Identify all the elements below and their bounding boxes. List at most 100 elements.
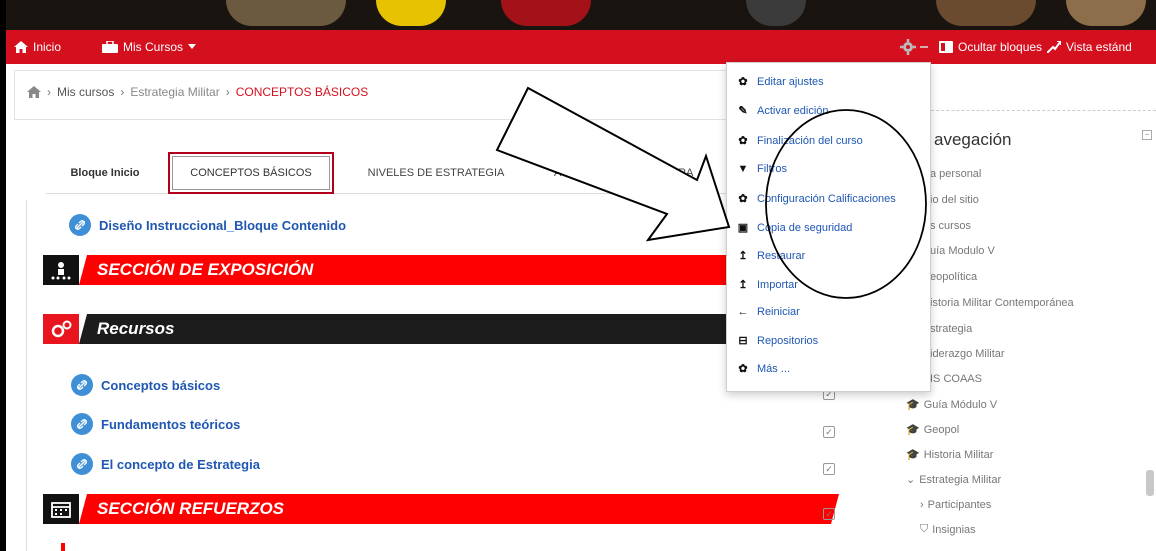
section-banner-exposicion: SECCIÓN DE EXPOSICIÓN [43, 255, 835, 285]
url-icon [69, 214, 91, 236]
section-title-refuerzos: SECCIÓN REFUERZOS [78, 494, 840, 524]
completion-checkbox[interactable]: ✓ [823, 463, 835, 475]
graduation-cap-icon: 🎓 [906, 424, 920, 436]
nav-tree-item[interactable]: uía Modulo V [930, 245, 995, 257]
hide-blocks-icon [939, 41, 953, 53]
section-marker [61, 543, 65, 551]
section-title-recursos: Recursos [78, 314, 840, 344]
nav-tree-item[interactable]: IS COAAS [930, 373, 982, 385]
nav-my-courses-label: Mis Cursos [123, 40, 184, 54]
nav-tree-course-expanded[interactable]: ⌄ Estrategia Militar [906, 473, 1001, 487]
top-navbar: Inicio Mis Cursos Ocultar bloques Vista … [6, 30, 1156, 64]
gear-icon [900, 39, 916, 55]
menu-item-repositories[interactable]: ⊟ Repositorios [737, 334, 818, 348]
nav-tree-course[interactable]: 🎓 Geopol [906, 423, 959, 437]
nav-tree-participants[interactable]: › Participantes [920, 499, 991, 511]
tab-actividad-integradora[interactable]: ACTVIDAD INTEGRADORA [536, 152, 726, 194]
url-icon [71, 453, 93, 475]
menu-item-course-completion[interactable]: ✿ Finalización del curso [737, 134, 862, 148]
settings-menu-toggle[interactable] [900, 30, 930, 64]
nav-tree-item[interactable]: iderazgo Militar [930, 348, 1005, 360]
graduation-cap-icon: 🎓 [906, 399, 920, 411]
menu-item-filters[interactable]: ▼ Filtros [737, 163, 787, 175]
briefcase-icon [102, 41, 118, 53]
tab-bloque-inicio[interactable]: Bloque Inicio [46, 152, 164, 194]
upload-icon: ↥ [738, 279, 748, 291]
standard-view-label: Vista estánd [1066, 40, 1132, 54]
nav-tree-course[interactable]: 🎓 Historia Militar [906, 448, 993, 462]
nav-tree-item[interactable]: s cursos [930, 220, 971, 232]
hide-blocks-button[interactable]: Ocultar bloques [939, 30, 1042, 64]
menu-item-turn-editing-on[interactable]: ✎ Activar edición [737, 104, 828, 118]
nav-tree-item[interactable]: strategia [930, 323, 972, 335]
shield-icon: ⛉ [920, 523, 929, 535]
activity-link-diseno[interactable]: Diseño Instruccional_Bloque Contenido [69, 214, 346, 236]
activity-link-label: Fundamentos teóricos [101, 416, 241, 432]
menu-item-backup[interactable]: ▣ Copia de seguridad [737, 221, 853, 235]
completion-checkbox[interactable]: ✓ [823, 426, 835, 438]
gear-icon: ✿ [738, 76, 748, 88]
hide-blocks-label: Ocultar bloques [958, 40, 1043, 54]
calendar-icon [43, 494, 79, 524]
section-content: Diseño Instruccional_Bloque Contenido SE… [26, 200, 840, 551]
upload-icon: ↥ [738, 250, 748, 262]
url-icon [71, 413, 93, 435]
tab-niveles-estrategia[interactable]: NIVELES DE ESTRATEGIA [342, 152, 530, 194]
arrow-left-icon: ← [737, 306, 749, 318]
collapse-block-icon[interactable]: − [1142, 130, 1152, 140]
chevron-down-icon: ⌄ [906, 474, 916, 486]
nav-my-courses[interactable]: Mis Cursos [102, 30, 197, 64]
section-banner-refuerzos: SECCIÓN REFUERZOS [43, 494, 840, 524]
activity-link-fundamentos[interactable]: Fundamentos teóricos [71, 413, 240, 435]
breadcrumb-separator: › [120, 85, 125, 99]
menu-item-restore[interactable]: ↥ Restaurar [737, 249, 805, 263]
gear-icon: ✿ [738, 193, 748, 205]
activity-link-estrategia[interactable]: El concepto de Estrategia [71, 453, 260, 475]
presentation-icon [43, 255, 79, 285]
pencil-icon: ✎ [738, 105, 748, 117]
breadcrumb-course[interactable]: Estrategia Militar [130, 85, 219, 99]
course-tabs: Bloque Inicio CONCEPTOS BÁSICOS NIVELES … [46, 152, 766, 194]
completion-checkbox[interactable]: ✓ [823, 508, 835, 520]
gear-icon: ✿ [738, 363, 748, 375]
section-banner-recursos: Recursos [43, 314, 840, 344]
scrollbar-thumb[interactable] [1146, 470, 1154, 496]
menu-item-edit-settings[interactable]: ✿ Editar ajustes [737, 75, 823, 89]
menu-item-reset[interactable]: ← Reiniciar [737, 306, 800, 318]
caret-down-icon [188, 44, 197, 49]
caret-down-icon [920, 46, 928, 48]
file-icon: ▣ [737, 222, 749, 234]
gears-icon [43, 314, 79, 344]
navigation-title: avegación [934, 130, 1012, 149]
graduation-cap-icon: 🎓 [906, 449, 920, 461]
tab-conceptos-basicos[interactable]: CONCEPTOS BÁSICOS [168, 152, 334, 194]
activity-link-conceptos[interactable]: Conceptos básicos [71, 374, 220, 396]
nav-tree-badges[interactable]: ⛉ Insignias [920, 523, 976, 536]
breadcrumb: › Mis cursos › Estrategia Militar › CONC… [27, 85, 368, 99]
nav-tree-course[interactable]: 🎓 Guía Módulo V [906, 398, 997, 412]
nav-tree-item[interactable]: io del sitio [930, 194, 979, 206]
menu-item-gradebook-setup[interactable]: ✿ Configuración Calificaciones [737, 192, 895, 206]
standard-view-button[interactable]: Vista estánd [1047, 30, 1132, 64]
menu-item-more[interactable]: ✿ Más ... [737, 362, 790, 376]
dashboard-icon[interactable] [27, 86, 41, 98]
breadcrumb-my-courses[interactable]: Mis cursos [57, 85, 114, 99]
menu-item-import[interactable]: ↥ Importar [737, 278, 798, 292]
home-icon [14, 41, 28, 53]
chevron-right-icon: › [920, 499, 924, 511]
nav-tree-item[interactable]: a personal [930, 168, 981, 180]
expand-icon [1047, 41, 1061, 53]
activity-link-label: El concepto de Estrategia [101, 456, 260, 472]
nav-home[interactable]: Inicio [14, 30, 61, 64]
breadcrumb-current[interactable]: CONCEPTOS BÁSICOS [236, 85, 368, 99]
nav-tree-item[interactable]: eopolítica [930, 271, 977, 283]
breadcrumb-separator: › [225, 85, 230, 99]
browser-frame: Inicio Mis Cursos Ocultar bloques Vista … [6, 0, 1156, 551]
drive-icon: ⊟ [738, 335, 748, 347]
breadcrumb-separator: › [47, 85, 51, 99]
section-title-exposicion: SECCIÓN DE EXPOSICIÓN [78, 255, 738, 285]
nav-home-label: Inicio [33, 40, 62, 54]
block-divider [906, 110, 1156, 111]
gear-icon: ✿ [738, 135, 748, 147]
nav-tree-item[interactable]: istoria Militar Contemporánea [930, 297, 1074, 309]
